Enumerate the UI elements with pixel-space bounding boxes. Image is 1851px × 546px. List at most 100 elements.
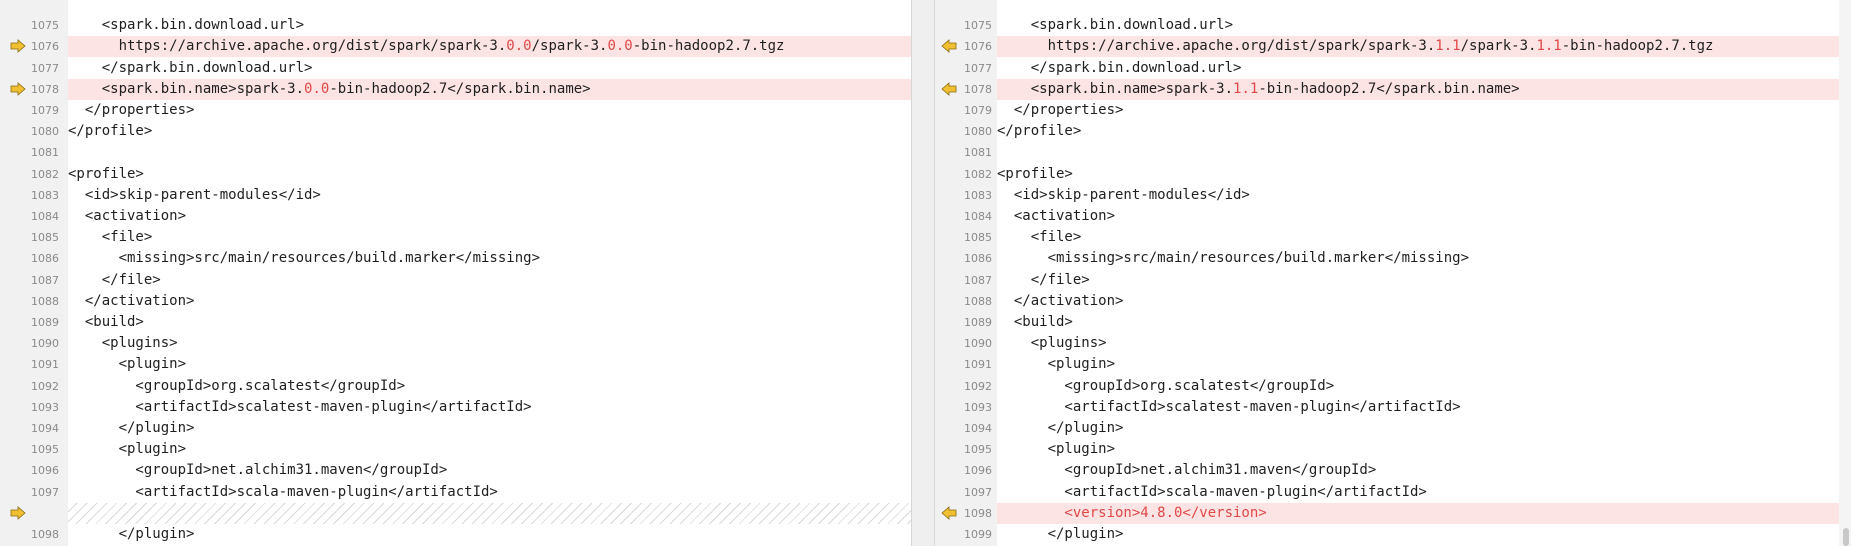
gutter-cell: 1096 xyxy=(935,460,997,481)
code-line: 1095 <plugin> xyxy=(935,439,1839,460)
code-text[interactable]: <profile> xyxy=(997,164,1839,185)
code-text[interactable]: https://archive.apache.org/dist/spark/sp… xyxy=(997,36,1839,58)
gutter-cell: 1099 xyxy=(935,524,997,545)
line-number: 1091 xyxy=(964,358,992,372)
apply-right-arrow-icon[interactable] xyxy=(10,39,26,54)
code-line: 1086 <missing>src/main/resources/build.m… xyxy=(0,248,911,269)
code-segment: </plugin> xyxy=(997,526,1124,542)
code-text[interactable]: <plugin> xyxy=(997,439,1839,460)
code-line: 1083 <id>skip-parent-modules</id> xyxy=(0,185,911,206)
gutter-cell: 1088 xyxy=(0,291,68,312)
gutter-cell: 1094 xyxy=(935,418,997,439)
code-text[interactable]: <id>skip-parent-modules</id> xyxy=(68,185,911,206)
line-number: 1096 xyxy=(964,464,992,478)
code-text[interactable]: </file> xyxy=(997,270,1839,291)
vertical-scrollbar[interactable] xyxy=(1839,0,1851,546)
code-text[interactable]: <activation> xyxy=(68,206,911,227)
apply-left-arrow-icon[interactable] xyxy=(941,81,957,96)
code-text[interactable]: <missing>src/main/resources/build.marker… xyxy=(997,248,1839,269)
line-number: 1088 xyxy=(31,294,59,308)
gutter-cell: 1079 xyxy=(0,100,68,121)
code-segment: <build> xyxy=(997,314,1073,330)
code-text[interactable]: <spark.bin.name>spark-3.0.0-bin-hadoop2.… xyxy=(68,78,911,100)
code-text[interactable]: <plugin> xyxy=(68,439,911,460)
code-text[interactable]: </activation> xyxy=(68,291,911,312)
code-text[interactable]: <plugin> xyxy=(997,354,1839,375)
gutter-cell: 1084 xyxy=(0,206,68,227)
code-text[interactable]: </plugin> xyxy=(68,524,911,545)
code-text[interactable]: <spark.bin.download.url> xyxy=(68,15,911,36)
code-line: 1092 <groupId>org.scalatest</groupId> xyxy=(935,376,1839,397)
code-text[interactable]: <artifactId>scalatest-maven-plugin</arti… xyxy=(997,397,1839,418)
gutter-cell: 1085 xyxy=(0,227,68,248)
pane-splitter[interactable] xyxy=(911,0,935,546)
apply-left-arrow-icon[interactable] xyxy=(941,505,957,520)
code-segment: </plugin> xyxy=(997,420,1124,436)
code-line: 1077 </spark.bin.download.url> xyxy=(0,58,911,79)
code-text[interactable]: </spark.bin.download.url> xyxy=(68,58,911,79)
code-text[interactable]: <spark.bin.download.url> xyxy=(997,15,1839,36)
diff-highlight: 1.1 xyxy=(1435,38,1461,55)
code-text[interactable]: </plugin> xyxy=(997,524,1839,545)
code-text[interactable]: <plugins> xyxy=(997,333,1839,354)
code-line: 1079 </properties> xyxy=(935,100,1839,121)
code-segment: </plugin> xyxy=(68,420,195,436)
code-line: 1095 <plugin> xyxy=(0,439,911,460)
apply-left-arrow-icon[interactable] xyxy=(941,39,957,54)
code-segment: <groupId>net.alchim31.maven</groupId> xyxy=(997,462,1377,479)
scrollbar-thumb[interactable] xyxy=(1843,528,1849,546)
gutter-cell: 1080 xyxy=(0,121,68,142)
line-number: 1094 xyxy=(964,422,992,435)
code-text[interactable]: </profile> xyxy=(68,121,911,142)
code-text[interactable]: <plugin> xyxy=(68,354,911,375)
code-text[interactable]: <artifactId>scala-maven-plugin</artifact… xyxy=(997,482,1839,503)
code-text[interactable]: https://archive.apache.org/dist/spark/sp… xyxy=(68,36,911,58)
code-text[interactable] xyxy=(997,142,1839,163)
code-text[interactable] xyxy=(68,0,911,15)
code-text[interactable]: <build> xyxy=(997,312,1839,333)
code-text[interactable]: <build> xyxy=(68,312,911,333)
apply-right-arrow-icon[interactable] xyxy=(10,505,26,520)
gutter-cell: 1089 xyxy=(0,312,68,333)
code-text[interactable]: <groupId>net.alchim31.maven</groupId> xyxy=(68,460,911,481)
code-text[interactable]: <artifactId>scala-maven-plugin</artifact… xyxy=(68,482,911,503)
diff-highlight: 1.1 xyxy=(1536,38,1562,55)
right-editor-pane[interactable]: 1075 <spark.bin.download.url> 1076 https:… xyxy=(935,0,1839,546)
code-text[interactable]: </properties> xyxy=(68,100,911,121)
code-line xyxy=(935,0,1839,15)
gutter-cell: 1083 xyxy=(0,185,68,206)
code-text[interactable]: <activation> xyxy=(997,206,1839,227)
code-line: 1088 </activation> xyxy=(0,291,911,312)
code-segment: <artifactId>scala-maven-plugin</artifact… xyxy=(68,483,498,500)
code-segment: <missing>src/main/resources/build.marker… xyxy=(68,250,541,267)
code-text[interactable]: <artifactId>scalatest-maven-plugin</arti… xyxy=(68,397,911,418)
code-text[interactable]: <file> xyxy=(68,227,911,248)
left-editor-pane[interactable]: 1075 <spark.bin.download.url> 1076 https:… xyxy=(0,0,911,546)
code-text[interactable] xyxy=(68,502,911,524)
gutter-cell: 1077 xyxy=(935,58,997,79)
code-text[interactable]: <groupId>org.scalatest</groupId> xyxy=(997,376,1839,397)
diff-viewer: 1075 <spark.bin.download.url> 1076 https:… xyxy=(0,0,1851,546)
line-number: 1079 xyxy=(964,104,992,117)
code-text[interactable]: <missing>src/main/resources/build.marker… xyxy=(68,248,911,269)
code-text[interactable]: <version>4.8.0</version> xyxy=(997,502,1839,524)
code-text[interactable]: </plugin> xyxy=(68,418,911,439)
code-text[interactable]: <profile> xyxy=(68,164,911,185)
code-text[interactable]: <plugins> xyxy=(68,333,911,354)
apply-right-arrow-icon[interactable] xyxy=(10,81,26,96)
code-text[interactable]: </plugin> xyxy=(997,418,1839,439)
code-text[interactable]: <groupId>org.scalatest</groupId> xyxy=(68,376,911,397)
code-text[interactable]: <spark.bin.name>spark-3.1.1-bin-hadoop2.… xyxy=(997,78,1839,100)
code-text[interactable]: </spark.bin.download.url> xyxy=(997,58,1839,79)
code-line: 1090 <plugins> xyxy=(0,333,911,354)
code-text[interactable]: </file> xyxy=(68,270,911,291)
code-text[interactable]: <id>skip-parent-modules</id> xyxy=(997,185,1839,206)
code-text[interactable]: </properties> xyxy=(997,100,1839,121)
code-text[interactable]: </activation> xyxy=(997,291,1839,312)
code-text[interactable]: </profile> xyxy=(997,121,1839,142)
code-text[interactable] xyxy=(68,142,911,163)
code-text[interactable]: <groupId>net.alchim31.maven</groupId> xyxy=(997,460,1839,481)
code-text[interactable]: <file> xyxy=(997,227,1839,248)
code-text[interactable] xyxy=(997,0,1839,15)
gutter-cell: 1097 xyxy=(0,482,68,503)
